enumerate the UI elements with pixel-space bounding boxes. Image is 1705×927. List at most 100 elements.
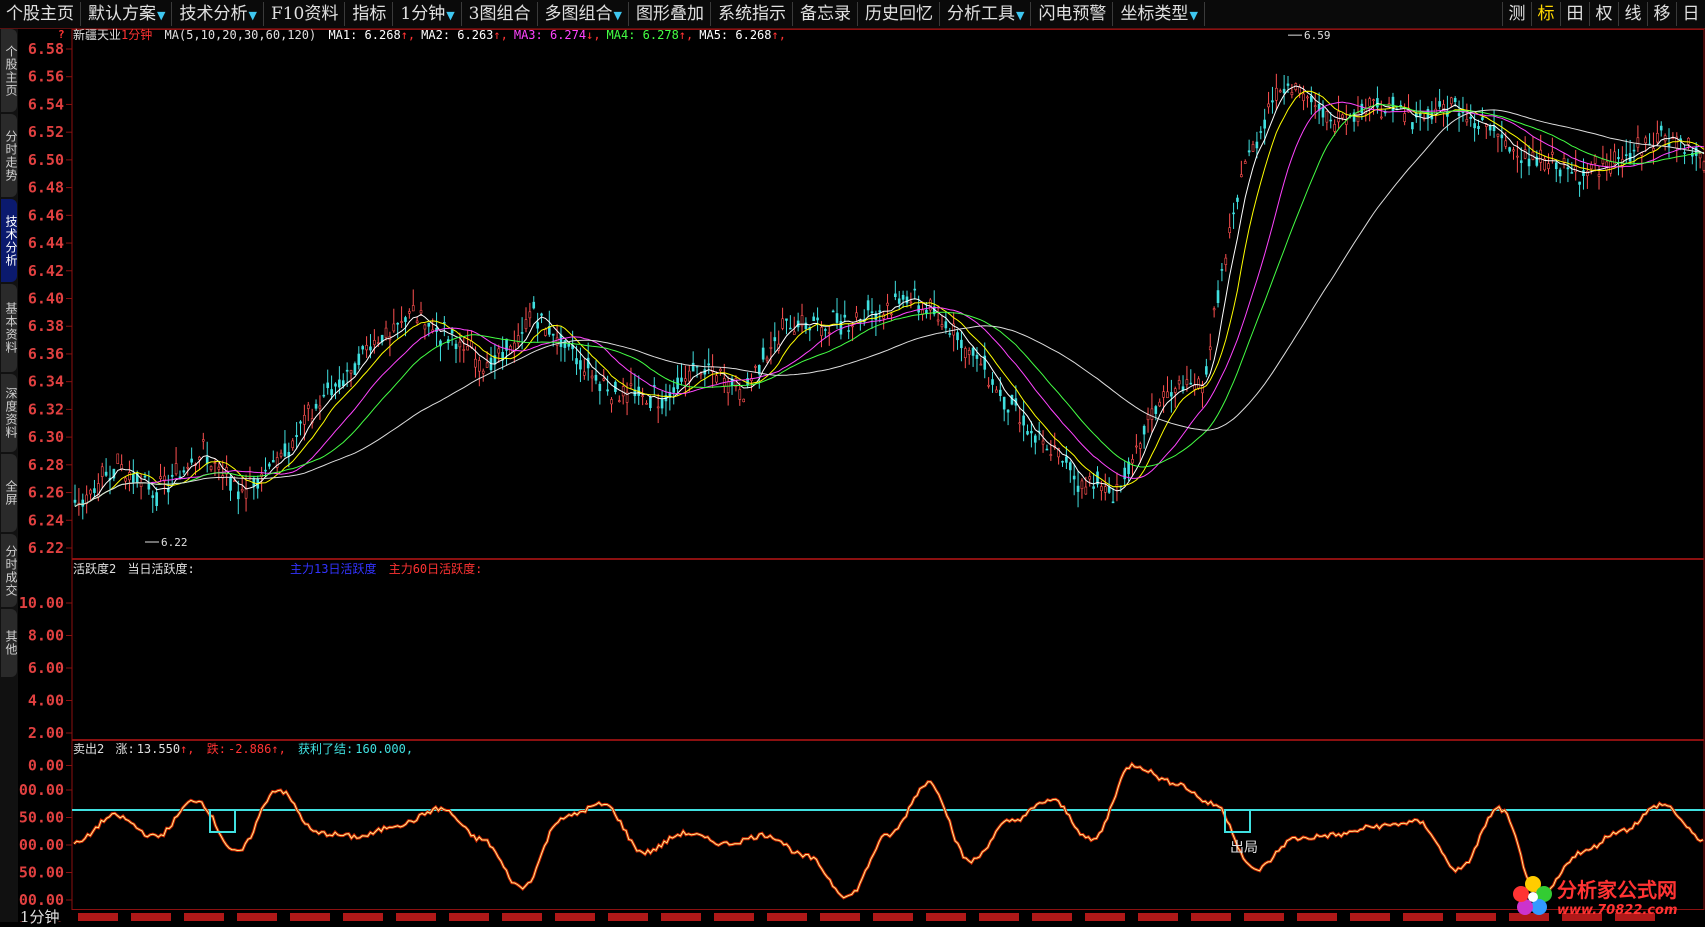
period-label: 1分钟 <box>121 28 153 42</box>
candle-body <box>598 383 602 392</box>
toolbar-item-1[interactable]: 默认方案▼ <box>82 2 173 26</box>
time-axis-tick <box>1244 913 1284 921</box>
toolbar-item-9[interactable]: 系统指示 <box>712 2 793 26</box>
toolbar-item-5[interactable]: 1分钟▼ <box>394 2 462 26</box>
candle-body <box>719 368 722 372</box>
candle-body <box>240 489 244 492</box>
time-axis-tick <box>1350 913 1390 921</box>
toolbar-item-label: 1分钟 <box>400 4 446 24</box>
toolbar-right-button-5[interactable]: 移 <box>1647 2 1676 26</box>
dropdown-arrow-icon[interactable]: ▼ <box>157 9 165 22</box>
main-y-tick-14: 6.30 <box>28 428 64 446</box>
main-y-tick-9: 6.40 <box>28 290 64 308</box>
candle-body <box>866 300 870 311</box>
toolbar-right-button-2[interactable]: 田 <box>1560 2 1589 26</box>
candle-body <box>901 294 905 300</box>
toolbar-item-12[interactable]: 分析工具▼ <box>941 2 1032 26</box>
candle-body <box>314 403 318 409</box>
toolbar-item-8[interactable]: 图形叠加 <box>630 2 711 26</box>
pane3-y-tick-0: 00.00 <box>19 781 64 799</box>
main-y-tick-2: 6.54 <box>28 95 64 113</box>
toolbar-item-13[interactable]: 闪电预警 <box>1032 2 1114 26</box>
candle-body <box>1329 119 1333 122</box>
candle-body <box>497 348 501 354</box>
dropdown-arrow-icon[interactable]: ▼ <box>248 9 256 22</box>
candle-body <box>948 333 952 335</box>
pane3-up-value: 13.550 <box>136 742 181 756</box>
candle-body <box>1477 125 1480 130</box>
candle-body <box>81 499 85 507</box>
candle-body <box>1652 148 1655 151</box>
ma-arrow-icon: ↓, <box>586 28 601 42</box>
candle-body <box>1173 388 1177 393</box>
toolbar-item-4[interactable]: 指标 <box>346 2 394 26</box>
stock-name: 新疆天业 <box>73 28 122 42</box>
toolbar-right-button-3[interactable]: 权 <box>1589 2 1618 26</box>
candle-body <box>1659 125 1663 131</box>
time-axis-tick <box>502 913 542 921</box>
toolbar-right-button-4[interactable]: 线 <box>1618 2 1647 26</box>
toolbar-item-7[interactable]: 多图组合▼ <box>539 2 629 26</box>
ma-line-1 <box>74 85 1705 508</box>
toolbar-item-11[interactable]: 历史回忆 <box>859 2 940 26</box>
candle-body <box>691 362 695 372</box>
candle-body <box>1617 157 1620 160</box>
candle-body <box>960 339 963 349</box>
candle-body <box>575 358 578 365</box>
candle-body <box>392 323 396 332</box>
candle-body <box>707 363 711 366</box>
pane3-down-label: 跌: <box>206 742 226 756</box>
candle-body <box>190 458 193 463</box>
dropdown-arrow-icon[interactable]: ▼ <box>1189 9 1197 22</box>
candle-body <box>987 384 990 387</box>
pane3-frame <box>71 740 1705 910</box>
toolbar-right-button-6[interactable]: 日 <box>1676 2 1705 26</box>
candle-body <box>271 460 275 463</box>
toolbar-item-label: 多图组合 <box>544 4 613 24</box>
candle-body <box>1500 134 1504 139</box>
candle-body <box>1068 462 1072 471</box>
candle-body <box>1255 141 1259 149</box>
dropdown-arrow-icon[interactable]: ▼ <box>614 9 622 22</box>
toolbar-right-button-1[interactable]: 标 <box>1531 2 1560 26</box>
toolbar-item-0[interactable]: 个股主页 <box>0 2 81 26</box>
candle-body <box>73 499 77 503</box>
candle-body <box>956 332 959 341</box>
candle-body <box>1341 114 1344 119</box>
candle-body <box>1628 153 1632 162</box>
question-mark[interactable]: ? <box>58 28 65 41</box>
candle-body <box>890 313 893 316</box>
candle-body <box>524 319 528 329</box>
candle-body <box>229 476 232 491</box>
candle-body <box>894 293 897 298</box>
candle-body <box>1166 391 1169 399</box>
toolbar-item-label: 技术分析 <box>179 4 248 24</box>
chart-area[interactable]: 6.58 6.56 6.54 6.52 6.50 6.48 6.46 6.44 6.42 6.40… <box>0 29 1705 922</box>
toolbar-item-10[interactable]: 备忘录 <box>794 2 858 26</box>
dropdown-arrow-icon[interactable]: ▼ <box>446 9 454 22</box>
candle-body <box>975 354 979 359</box>
dropdown-arrow-icon[interactable]: ▼ <box>1016 9 1024 22</box>
time-axis-tick <box>555 913 595 921</box>
candle-body <box>1212 308 1216 311</box>
toolbar-item-3[interactable]: F10资料 <box>265 2 346 26</box>
toolbar-item-6[interactable]: 3图组合 <box>463 2 538 26</box>
toolbar-item-2[interactable]: 技术分析▼ <box>173 2 264 26</box>
candle-body <box>322 394 326 397</box>
candle-body <box>1488 125 1492 131</box>
candle-body <box>1302 93 1305 101</box>
toolbar-right-button-0[interactable]: 测 <box>1502 2 1531 26</box>
candle-body <box>1578 181 1581 185</box>
candle-body <box>1146 414 1150 421</box>
candle-body <box>905 296 909 304</box>
candle-body <box>971 347 975 356</box>
toolbar-item-14[interactable]: 坐标类型▼ <box>1114 2 1205 26</box>
pane3-up-label: 涨: <box>115 742 135 756</box>
toolbar-item-label: 分析工具 <box>946 4 1015 24</box>
candle-body <box>1368 98 1371 107</box>
oscillator-line-red <box>72 761 1704 900</box>
candle-body <box>831 310 835 313</box>
candle-body <box>1232 212 1235 215</box>
candle-body <box>1481 117 1484 121</box>
toolbar-item-label: 指标 <box>352 4 387 24</box>
